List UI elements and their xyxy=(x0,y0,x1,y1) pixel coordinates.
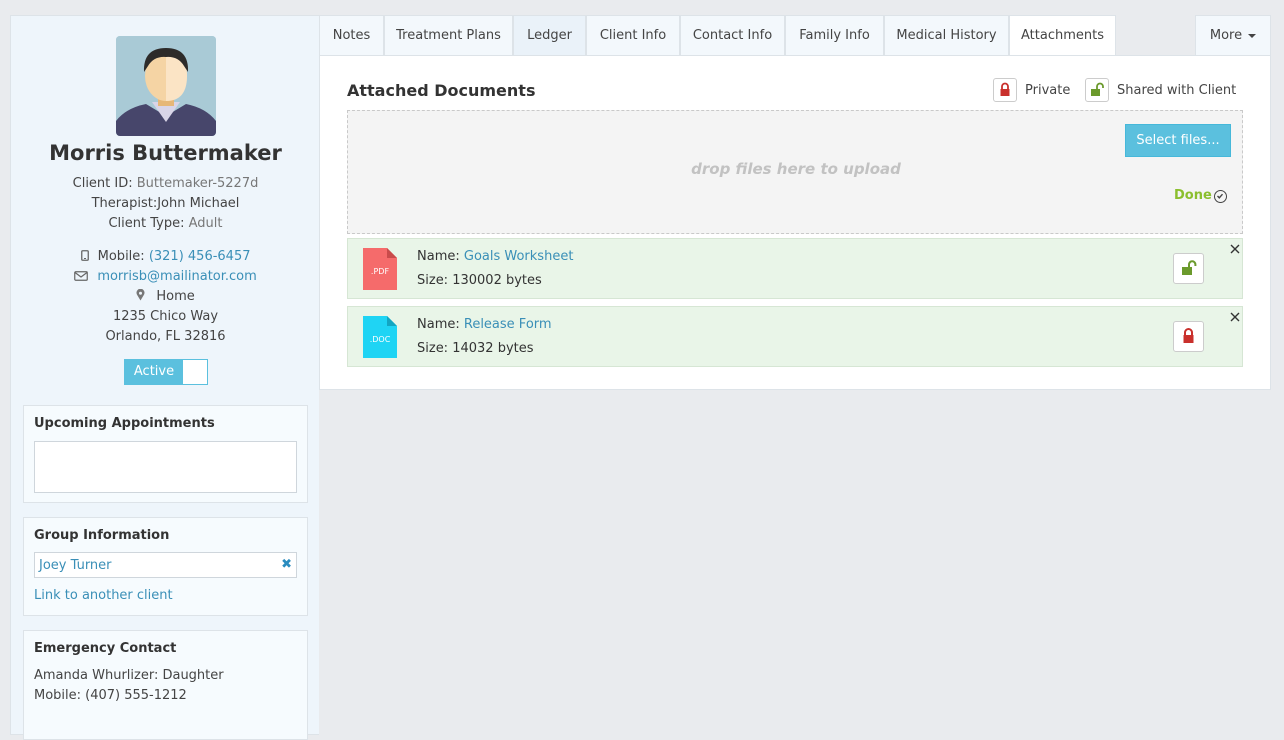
client-type-label: Client Type: xyxy=(108,216,185,231)
file-size-value: 14032 bytes xyxy=(452,341,534,356)
therapist-line: Therapist:John Michael xyxy=(11,196,320,211)
attachments-content: Attached Documents Private Shared with C… xyxy=(319,55,1271,390)
mobile-link[interactable]: (321) 456-6457 xyxy=(149,249,251,264)
mobile-icon xyxy=(80,250,89,261)
mobile-label: Mobile: xyxy=(97,249,145,264)
file-size-line: Size: 130002 bytes xyxy=(417,273,542,288)
appointments-title: Upcoming Appointments xyxy=(34,416,215,431)
file-name-link[interactable]: Release Form xyxy=(464,317,552,332)
file-name-label: Name: xyxy=(417,317,460,332)
file-name-link[interactable]: Goals Worksheet xyxy=(464,249,574,264)
caret-down-icon xyxy=(1248,33,1257,38)
drop-files-text: drop files here to upload xyxy=(691,160,901,178)
tab-attachments[interactable]: Attachments xyxy=(1009,15,1116,56)
client-sidebar: Morris Buttermaker Client ID: Buttemaker… xyxy=(10,15,320,740)
emergency-name: Amanda Whurlizer: Daughter xyxy=(34,668,224,683)
client-type-value: Adult xyxy=(188,216,223,231)
client-id-line: Client ID: Buttemaker-5227d xyxy=(11,176,320,191)
tab-treatment-plans[interactable]: Treatment Plans xyxy=(384,15,513,56)
doc-file-icon: .DOC xyxy=(363,316,397,358)
tab-more[interactable]: More xyxy=(1195,15,1271,56)
envelope-icon xyxy=(74,271,89,281)
close-icon[interactable] xyxy=(1229,311,1241,323)
emergency-contact-panel: Emergency Contact Amanda Whurlizer: Daug… xyxy=(23,630,308,740)
link-client-link[interactable]: Link to another client xyxy=(34,588,173,603)
emergency-title: Emergency Contact xyxy=(34,641,177,656)
file-name-line: Name: Goals Worksheet xyxy=(417,249,573,264)
email-line: morrisb@mailinator.com xyxy=(11,269,320,284)
group-member-field: Joey Turner ✖ xyxy=(34,552,297,578)
file-name-line: Name: Release Form xyxy=(417,317,552,332)
therapist-label: Therapist: xyxy=(91,196,158,211)
mobile-line: Mobile: (321) 456-6457 xyxy=(11,249,320,264)
file-size-label: Size: xyxy=(417,341,449,356)
client-id-label: Client ID: xyxy=(72,176,133,191)
address-line1: 1235 Chico Way xyxy=(112,309,219,324)
upload-dropzone[interactable]: Select files... drop files here to uploa… xyxy=(347,110,1243,234)
tab-client-info[interactable]: Client Info xyxy=(586,15,680,56)
file-name-label: Name: xyxy=(417,249,460,264)
client-id-value: Buttemaker-5227d xyxy=(136,176,259,191)
close-icon[interactable] xyxy=(1229,243,1241,255)
lock-icon xyxy=(993,78,1017,102)
status-toggle-label: Active xyxy=(125,360,183,384)
file-size-label: Size: xyxy=(417,273,449,288)
email-link[interactable]: morrisb@mailinator.com xyxy=(97,269,257,284)
address-label-line: Home xyxy=(11,288,320,304)
legend-private: Private xyxy=(993,78,1070,104)
tab-notes[interactable]: Notes xyxy=(319,15,384,56)
client-avatar xyxy=(116,36,216,136)
check-circle-icon xyxy=(1214,190,1227,203)
x-mark-icon[interactable]: ✖ xyxy=(281,557,292,572)
tab-contact-info[interactable]: Contact Info xyxy=(680,15,785,56)
attachments-title: Attached Documents xyxy=(347,81,536,100)
client-type-line: Client Type: Adult xyxy=(11,216,320,231)
done-label: Done xyxy=(1174,188,1212,203)
file-ext: .DOC xyxy=(369,335,391,344)
group-title: Group Information xyxy=(34,528,170,543)
upcoming-appointments-panel: Upcoming Appointments xyxy=(23,405,308,503)
legend-shared: Shared with Client xyxy=(1085,78,1236,104)
tab-more-label: More xyxy=(1209,28,1243,43)
select-files-button[interactable]: Select files... xyxy=(1125,124,1231,157)
file-ext: .PDF xyxy=(370,267,390,276)
map-marker-icon xyxy=(136,288,145,301)
tab-medical-history[interactable]: Medical History xyxy=(884,15,1009,56)
unlock-icon xyxy=(1182,260,1197,275)
group-member-link[interactable]: Joey Turner xyxy=(39,558,112,573)
address-label: Home xyxy=(156,289,195,304)
share-toggle-button[interactable] xyxy=(1173,253,1204,284)
appointments-list xyxy=(34,441,297,493)
emergency-mobile: Mobile: (407) 555-1212 xyxy=(34,688,187,703)
file-size-value: 130002 bytes xyxy=(452,273,542,288)
status-toggle[interactable]: Active xyxy=(124,359,208,385)
legend-private-label: Private xyxy=(1025,82,1071,98)
tab-ledger[interactable]: Ledger xyxy=(513,15,586,56)
address-line2: Orlando, FL 32816 xyxy=(105,329,226,344)
therapist-value: John Michael xyxy=(157,196,240,211)
client-tabs: Notes Treatment Plans Ledger Client Info… xyxy=(319,15,1271,56)
pdf-file-icon: .PDF xyxy=(363,248,397,290)
client-name: Morris Buttermaker xyxy=(49,141,282,165)
lock-icon xyxy=(1183,328,1194,343)
unlock-icon xyxy=(1085,78,1109,102)
tab-family-info[interactable]: Family Info xyxy=(785,15,884,56)
share-toggle-button[interactable] xyxy=(1173,321,1204,352)
file-size-line: Size: 14032 bytes xyxy=(417,341,534,356)
legend-shared-label: Shared with Client xyxy=(1117,82,1237,98)
attachment-row: .DOC Name: Release Form Size: 14032 byte… xyxy=(347,306,1243,367)
group-information-panel: Group Information Joey Turner ✖ Link to … xyxy=(23,517,308,616)
attachment-row: .PDF Name: Goals Worksheet Size: 130002 … xyxy=(347,238,1243,299)
